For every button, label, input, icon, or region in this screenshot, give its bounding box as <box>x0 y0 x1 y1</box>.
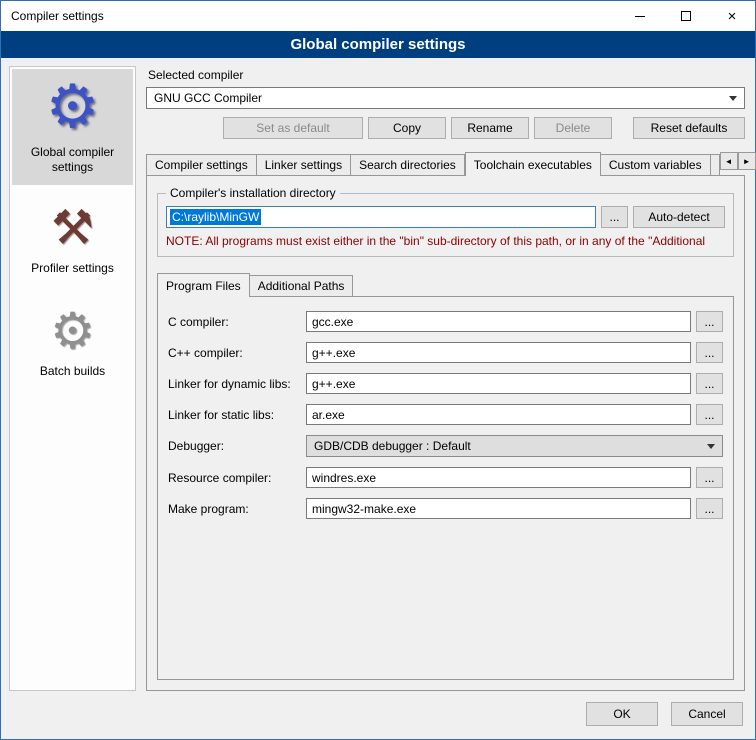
sidebar-item-label: Profiler settings <box>31 261 114 276</box>
static-linker-browse-button[interactable]: ... <box>696 404 723 425</box>
static-linker-label: Linker for static libs: <box>168 408 306 422</box>
settings-tab-strip: Compiler settings Linker settings Search… <box>146 152 745 175</box>
selected-compiler-value: GNU GCC Compiler <box>154 91 729 105</box>
c-compiler-browse-button[interactable]: ... <box>696 311 723 332</box>
ok-button[interactable]: OK <box>586 702 658 726</box>
delete-button[interactable]: Delete <box>534 117 612 139</box>
cpp-compiler-input[interactable] <box>306 342 691 363</box>
maximize-button[interactable] <box>663 1 709 31</box>
dynamic-linker-input[interactable] <box>306 373 691 394</box>
page-title: Global compiler settings <box>290 36 465 53</box>
sidebar-item-batch-builds[interactable]: ⚙ Batch builds <box>12 298 133 389</box>
profiler-tool-icon: ⚒ <box>51 205 94 253</box>
make-program-browse-button[interactable]: ... <box>696 498 723 519</box>
dynamic-linker-browse-button[interactable]: ... <box>696 373 723 394</box>
sidebar-item-profiler-settings[interactable]: ⚒ Profiler settings <box>12 197 133 286</box>
close-icon: × <box>728 9 737 24</box>
main-panel: Selected compiler GNU GCC Compiler Set a… <box>146 66 745 691</box>
auto-detect-button[interactable]: Auto-detect <box>633 206 725 228</box>
dialog-footer: OK Cancel <box>1 695 755 739</box>
reset-defaults-button[interactable]: Reset defaults <box>633 117 745 139</box>
program-files-panel: C compiler: ... C++ compiler: ... <box>157 296 734 680</box>
resource-compiler-label: Resource compiler: <box>168 471 306 485</box>
debugger-label: Debugger: <box>168 439 306 453</box>
dynamic-linker-label: Linker for dynamic libs: <box>168 377 306 391</box>
banner: Global compiler settings <box>1 31 755 58</box>
batch-gear-icon: ⚙ <box>50 306 95 356</box>
selected-compiler-label: Selected compiler <box>148 68 745 82</box>
sidebar-item-label: Batch builds <box>40 364 105 379</box>
rename-button[interactable]: Rename <box>451 117 529 139</box>
installation-directory-value: C:\raylib\MinGW <box>170 209 261 225</box>
compiler-action-buttons: Set as default Copy Rename Delete Reset … <box>146 117 745 139</box>
form-row-debugger: Debugger: GDB/CDB debugger : Default <box>168 435 723 457</box>
minimize-button[interactable] <box>617 1 663 31</box>
debugger-combobox[interactable]: GDB/CDB debugger : Default <box>306 435 723 457</box>
content: ⚙ Global compiler settings ⚒ Profiler se… <box>1 58 755 695</box>
installation-directory-group-title: Compiler's installation directory <box>166 186 340 200</box>
title-bar: Compiler settings × <box>1 1 755 31</box>
tab-scroll-arrows: ◄ ► <box>720 152 756 170</box>
cpp-compiler-label: C++ compiler: <box>168 346 306 360</box>
resource-compiler-browse-button[interactable]: ... <box>696 467 723 488</box>
tab-build-options[interactable]: Buil <box>711 154 720 175</box>
installation-directory-input[interactable]: C:\raylib\MinGW <box>166 206 596 228</box>
resource-compiler-input[interactable] <box>306 467 691 488</box>
debugger-value: GDB/CDB debugger : Default <box>314 439 707 453</box>
tab-scroll-left-button[interactable]: ◄ <box>720 152 738 170</box>
installation-directory-groupbox: Compiler's installation directory C:\ray… <box>157 193 734 257</box>
make-program-input[interactable] <box>306 498 691 519</box>
c-compiler-input[interactable] <box>306 311 691 332</box>
set-as-default-button[interactable]: Set as default <box>223 117 363 139</box>
make-program-label: Make program: <box>168 502 306 516</box>
sidebar-item-label: Global compiler settings <box>16 145 129 175</box>
program-files-tab-strip: Program Files Additional Paths <box>157 273 734 296</box>
sidebar-item-global-compiler-settings[interactable]: ⚙ Global compiler settings <box>12 69 133 185</box>
window-title: Compiler settings <box>11 9 104 23</box>
form-row-make-program: Make program: ... <box>168 498 723 519</box>
tab-custom-variables[interactable]: Custom variables <box>601 154 711 175</box>
form-row-dynamic-linker: Linker for dynamic libs: ... <box>168 373 723 394</box>
subtab-additional-paths[interactable]: Additional Paths <box>250 275 354 296</box>
sidebar: ⚙ Global compiler settings ⚒ Profiler se… <box>9 66 136 691</box>
minimize-icon <box>635 16 645 17</box>
installation-directory-note: NOTE: All programs must exist either in … <box>166 234 725 248</box>
cpp-compiler-browse-button[interactable]: ... <box>696 342 723 363</box>
c-compiler-label: C compiler: <box>168 315 306 329</box>
tab-scroll-right-button[interactable]: ► <box>738 152 756 170</box>
maximize-icon <box>681 11 691 21</box>
tab-linker-settings[interactable]: Linker settings <box>257 154 351 175</box>
selected-compiler-combobox[interactable]: GNU GCC Compiler <box>146 87 745 109</box>
compiler-settings-window: Compiler settings × Global compiler sett… <box>0 0 756 740</box>
static-linker-input[interactable] <box>306 404 691 425</box>
toolchain-executables-panel: Compiler's installation directory C:\ray… <box>146 175 745 691</box>
subtab-program-files[interactable]: Program Files <box>157 273 250 297</box>
chevron-down-icon <box>729 96 737 101</box>
close-button[interactable]: × <box>709 1 755 31</box>
installation-directory-row: C:\raylib\MinGW ... Auto-detect <box>166 206 725 228</box>
copy-button[interactable]: Copy <box>368 117 446 139</box>
form-row-resource-compiler: Resource compiler: ... <box>168 467 723 488</box>
gear-icon: ⚙ <box>46 77 100 137</box>
installation-directory-browse-button[interactable]: ... <box>601 206 628 228</box>
form-row-cpp-compiler: C++ compiler: ... <box>168 342 723 363</box>
chevron-down-icon <box>707 444 715 449</box>
tab-compiler-settings[interactable]: Compiler settings <box>146 154 257 175</box>
form-row-c-compiler: C compiler: ... <box>168 311 723 332</box>
tab-search-directories[interactable]: Search directories <box>351 154 465 175</box>
window-controls: × <box>617 1 755 31</box>
cancel-button[interactable]: Cancel <box>671 702 743 726</box>
form-row-static-linker: Linker for static libs: ... <box>168 404 723 425</box>
tab-toolchain-executables[interactable]: Toolchain executables <box>465 152 601 176</box>
